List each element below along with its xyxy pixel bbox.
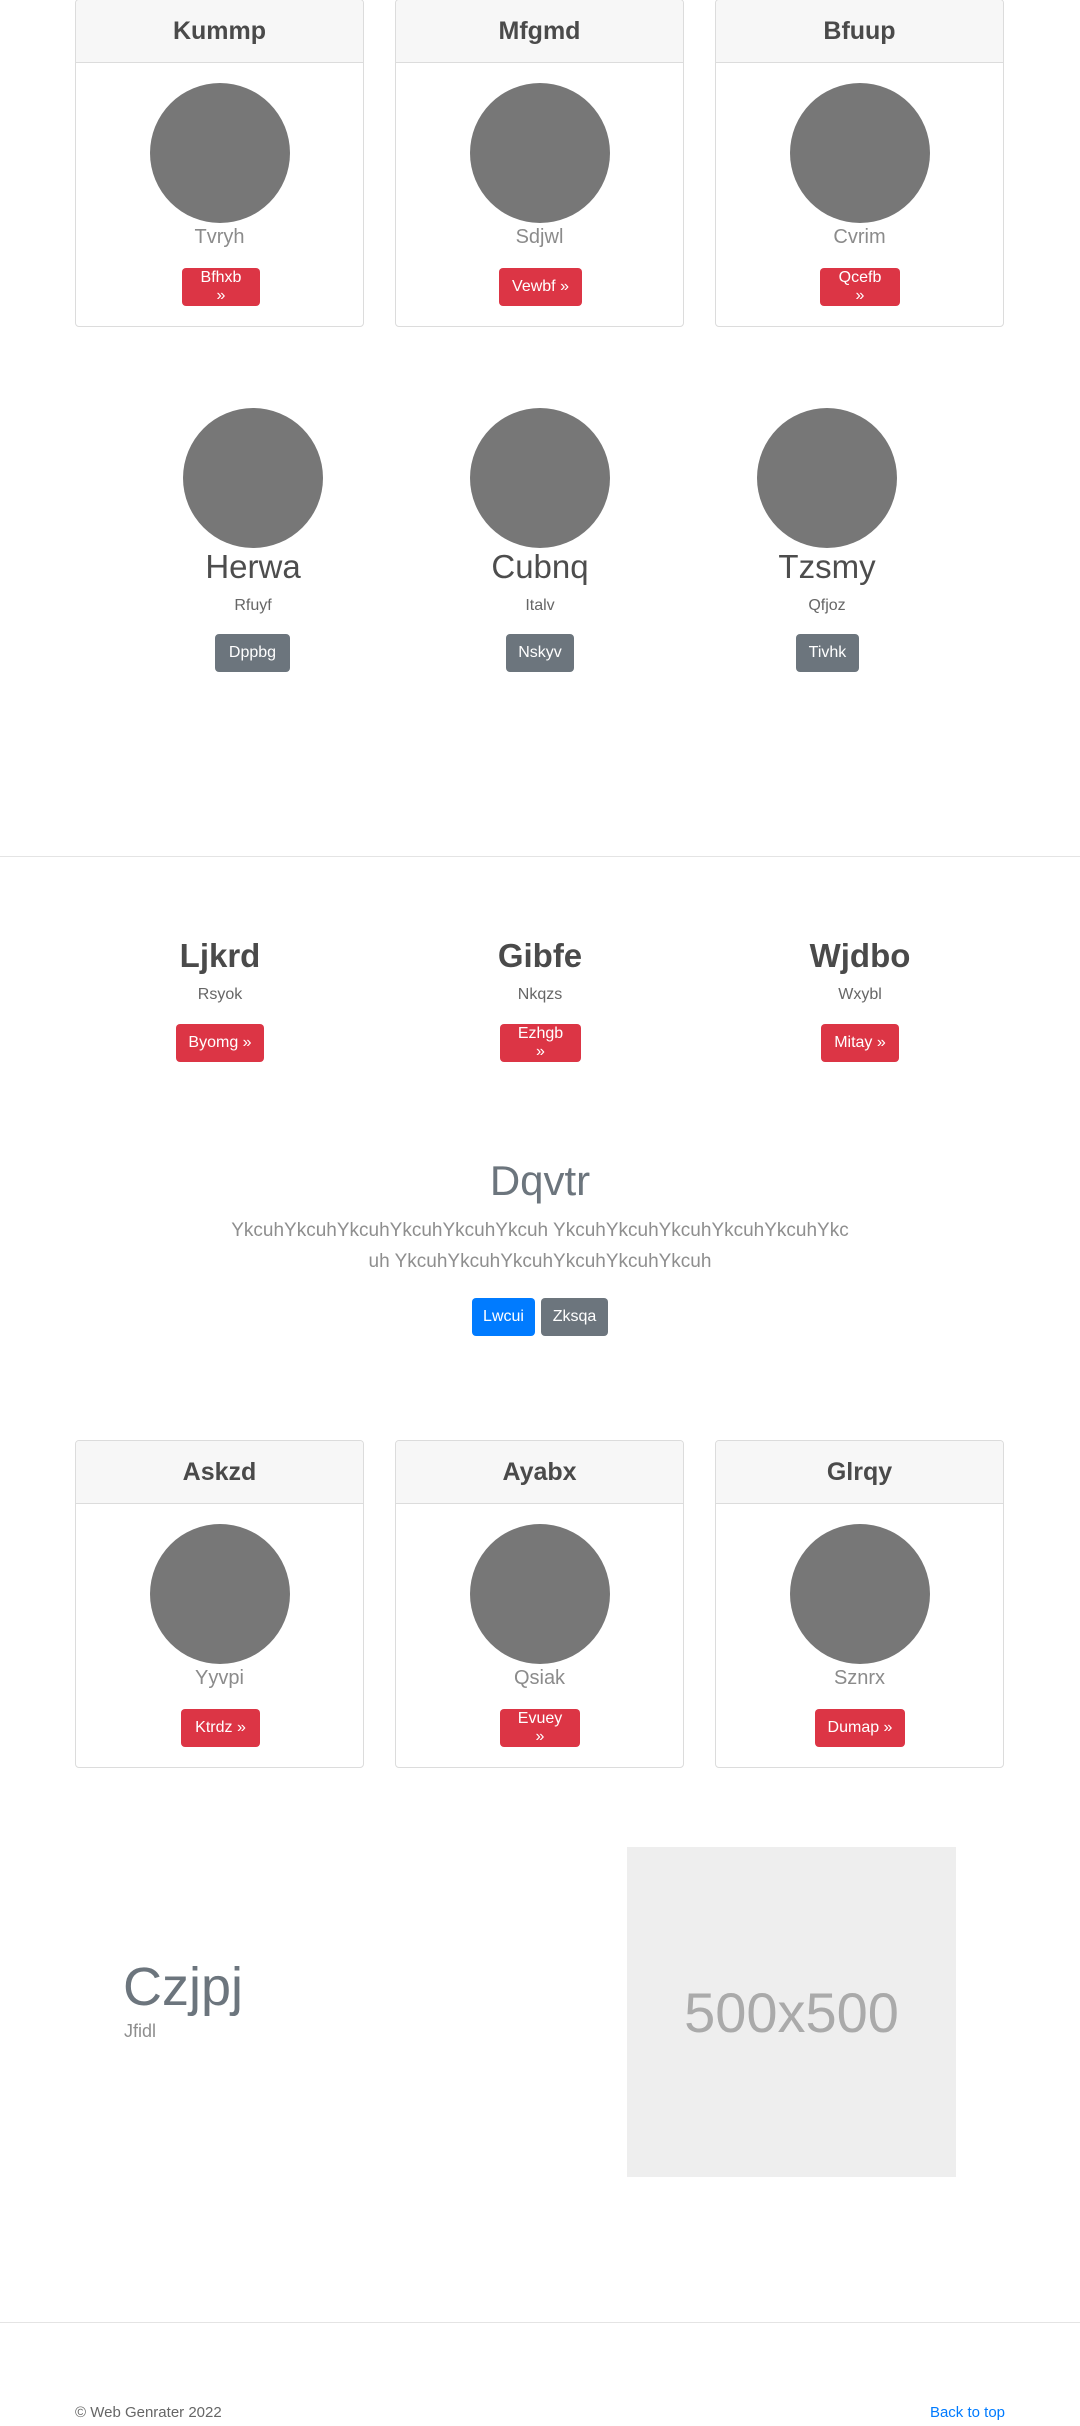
card-title: Mfgmd — [396, 0, 683, 63]
top-card-3: Bfuup Cvrim Qcefb » — [715, 0, 1004, 327]
card-button[interactable]: Dumap » — [815, 1709, 905, 1747]
avatar-placeholder — [790, 83, 930, 223]
profile-avatar — [757, 408, 897, 548]
bottom-card-1: Askzd Yyvpi Ktrdz » — [75, 1440, 364, 1768]
card-subtitle: Tvryh — [194, 226, 245, 248]
avatar-placeholder — [150, 1524, 290, 1664]
feature-subtitle: Rsyok — [197, 986, 243, 1003]
feature-title: Ljkrd — [179, 937, 261, 974]
card-subtitle: Sznrx — [833, 1667, 886, 1689]
profile-button[interactable]: Tivhk — [796, 634, 859, 672]
card-subtitle: Yyvpi — [195, 1667, 244, 1689]
card-subtitle: Qsiak — [513, 1667, 566, 1689]
bottom-card-2: Ayabx Qsiak Evuey » — [395, 1440, 684, 1768]
hero-text: YkcuhYkcuhYkcuhYkcuhYkcuhYkcuh YkcuhYkcu… — [231, 1220, 849, 1272]
card-button[interactable]: Qcefb » — [820, 268, 900, 306]
feature-title: Wjdbo — [809, 937, 911, 974]
profile-name: Tzsmy — [778, 548, 876, 585]
card-title: Glrqy — [716, 1441, 1003, 1504]
profile-name: Herwa — [205, 548, 301, 585]
profile-button[interactable]: Nskyv — [506, 634, 574, 672]
secondary-button[interactable]: Zksqa — [541, 1298, 608, 1336]
section-divider — [0, 856, 1080, 857]
avatar-placeholder — [470, 83, 610, 223]
image-placeholder: 500x500 — [627, 1847, 956, 2177]
avatar-placeholder — [470, 1524, 610, 1664]
feature-subtitle: Wxybl — [838, 986, 882, 1003]
card-subtitle: Sdjwl — [515, 226, 564, 248]
card-button[interactable]: Ktrdz » — [181, 1709, 260, 1747]
image-placeholder-label: 500x500 — [684, 1980, 899, 2044]
card-title: Bfuup — [716, 0, 1003, 63]
avatar-placeholder — [790, 1524, 930, 1664]
card-subtitle: Cvrim — [833, 226, 886, 248]
card-button[interactable]: Evuey » — [500, 1709, 580, 1747]
profile-subtitle: Qfjoz — [808, 597, 846, 614]
profile-subtitle: Italv — [525, 597, 555, 614]
card-button[interactable]: Bfhxb » — [182, 268, 260, 306]
profile-avatar — [470, 408, 610, 548]
card-button[interactable]: Vewbf » — [499, 268, 582, 306]
profile-avatar — [183, 408, 323, 548]
profile-name: Cubnq — [491, 548, 589, 585]
card-title: Askzd — [76, 1441, 363, 1504]
back-to-top-link[interactable]: Back to top — [930, 2404, 1005, 2421]
avatar-placeholder — [150, 83, 290, 223]
footer-copyright: © Web Genrater 2022 — [75, 2404, 222, 2421]
split-subtitle: Jfidl — [124, 2021, 157, 2041]
card-title: Kummp — [76, 0, 363, 63]
feature-button[interactable]: Byomg » — [176, 1024, 264, 1062]
profile-button[interactable]: Dppbg — [215, 634, 290, 672]
feature-button[interactable]: Mitay » — [821, 1024, 899, 1062]
top-card-1: Kummp Tvryh Bfhxb » — [75, 0, 364, 327]
feature-subtitle: Nkqzs — [517, 986, 563, 1003]
feature-button[interactable]: Ezhgb » — [500, 1024, 581, 1062]
primary-button[interactable]: Lwcui — [472, 1298, 535, 1336]
hero-title: Dqvtr — [489, 1157, 591, 1204]
feature-title: Gibfe — [497, 937, 583, 974]
split-title: Czjpj — [123, 1957, 244, 2017]
footer-divider — [0, 2322, 1080, 2323]
card-title: Ayabx — [396, 1441, 683, 1504]
profile-subtitle: Rfuyf — [234, 597, 272, 614]
bottom-card-3: Glrqy Sznrx Dumap » — [715, 1440, 1004, 1768]
top-card-2: Mfgmd Sdjwl Vewbf » — [395, 0, 684, 327]
